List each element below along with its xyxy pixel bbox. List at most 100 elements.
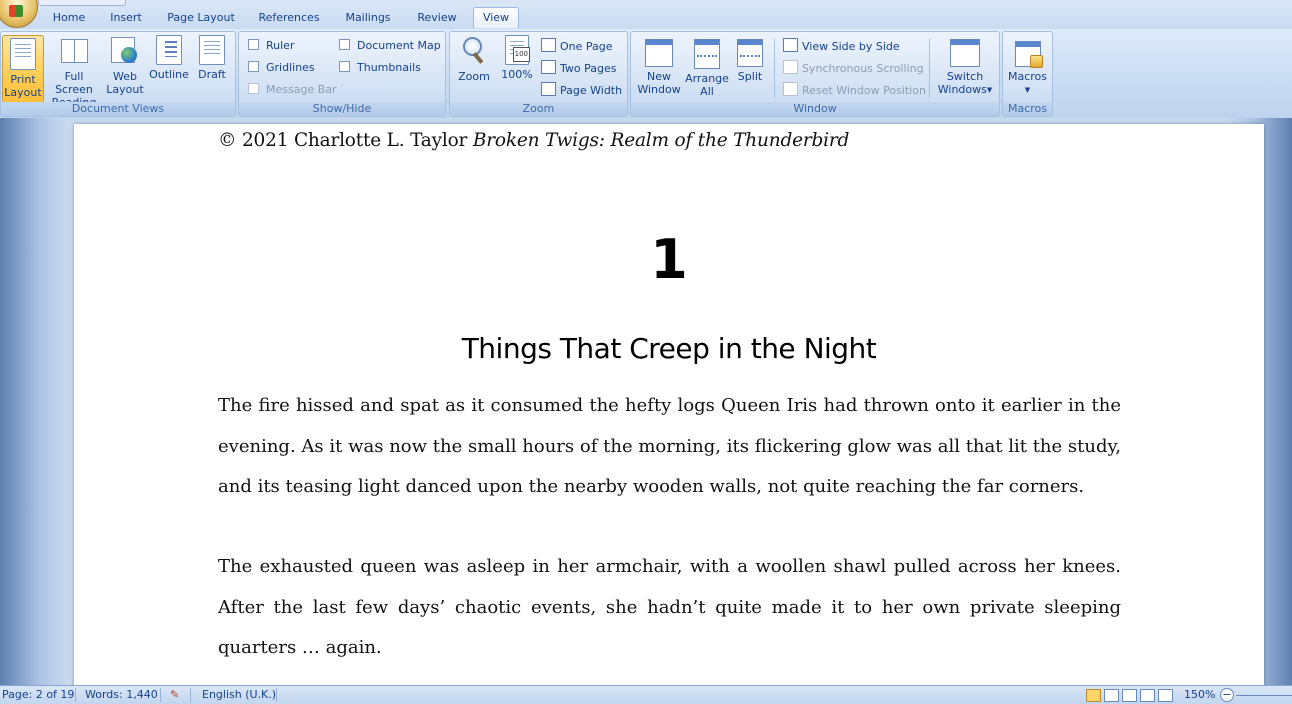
tab-page-layout[interactable]: Page Layout xyxy=(162,8,240,28)
page-width-label: Page Width xyxy=(560,84,623,97)
status-bar: Page: 2 of 19 Words: 1,440 ✎ English (U.… xyxy=(0,685,1292,704)
page-count[interactable]: Page: 2 of 19 xyxy=(2,688,74,701)
web-layout-button[interactable]: Web Layout xyxy=(106,35,144,96)
macros-label: Macros xyxy=(1007,70,1048,83)
switch-windows-label-2: Windows xyxy=(937,83,987,96)
group-label-window: Window xyxy=(631,102,999,116)
arrange-all-button[interactable]: Arrange All xyxy=(684,35,730,98)
chapter-title[interactable]: Things That Creep in the Night xyxy=(74,332,1264,365)
full-screen-view-icon[interactable] xyxy=(1104,689,1119,702)
web-layout-view-icon[interactable] xyxy=(1122,689,1137,702)
two-pages-button[interactable]: Two Pages xyxy=(541,60,616,76)
new-window-icon xyxy=(645,39,673,67)
arrange-all-icon xyxy=(694,39,720,69)
tab-view[interactable]: View xyxy=(473,7,519,28)
outline-view-icon[interactable] xyxy=(1140,689,1155,702)
office-button[interactable] xyxy=(0,0,38,28)
draft-button[interactable]: Draft xyxy=(193,35,231,81)
chapter-number[interactable]: 1 xyxy=(74,228,1264,291)
page-header[interactable]: © 2021 Charlotte L. Taylor Broken Twigs:… xyxy=(218,130,849,151)
sync-scroll-icon xyxy=(783,60,798,74)
word-count[interactable]: Words: 1,440 xyxy=(85,688,158,701)
view-side-by-side-button[interactable]: View Side by Side xyxy=(783,38,900,54)
globe-icon xyxy=(111,35,139,67)
quick-access-toolbar[interactable] xyxy=(38,0,126,6)
zoom-100-button[interactable]: 100% xyxy=(497,35,537,81)
message-bar-label: Message Bar xyxy=(266,83,337,96)
tab-mailings[interactable]: Mailings xyxy=(337,8,399,28)
group-label-document-views: Document Views xyxy=(1,102,235,116)
body-paragraph[interactable]: The fire hissed and spat as it consumed … xyxy=(218,386,1121,508)
header-book-title: Broken Twigs: Realm of the Thunderbird xyxy=(472,130,850,151)
zoom-slider[interactable] xyxy=(1236,695,1292,696)
arrange-all-label-2: All xyxy=(700,85,714,98)
title-tab-bar: Home Insert Page Layout References Maili… xyxy=(0,0,1292,29)
new-window-label-1: New xyxy=(647,70,671,83)
web-layout-label-2: Layout xyxy=(106,83,144,96)
print-layout-button[interactable]: Print Layout xyxy=(2,35,44,103)
page-width-icon xyxy=(541,82,556,96)
split-label: Split xyxy=(737,70,763,83)
macros-icon xyxy=(1014,41,1043,68)
status-divider xyxy=(190,688,191,702)
header-copyright: © 2021 Charlotte L. Taylor xyxy=(218,130,473,151)
tab-home[interactable]: Home xyxy=(44,8,94,28)
web-layout-label-1: Web xyxy=(113,70,137,83)
two-pages-label: Two Pages xyxy=(560,62,617,75)
new-window-button[interactable]: New Window xyxy=(635,35,683,96)
thumbnails-check-icon xyxy=(339,61,350,72)
group-label-zoom: Zoom xyxy=(450,102,627,116)
macros-button[interactable]: Macros ▼ xyxy=(1006,35,1049,97)
tab-insert[interactable]: Insert xyxy=(102,8,150,28)
gridlines-label: Gridlines xyxy=(266,61,315,74)
print-layout-view-icon[interactable] xyxy=(1086,689,1101,702)
zoom-100-label: 100% xyxy=(501,68,533,81)
status-divider xyxy=(160,688,161,702)
zoom-out-icon[interactable]: − xyxy=(1220,688,1234,702)
switch-windows-button[interactable]: Switch Windows▼ xyxy=(933,35,997,97)
reset-window-position-button: Reset Window Position xyxy=(783,82,926,98)
zoom-level[interactable]: 150% xyxy=(1184,688,1215,701)
document-map-label: Document Map xyxy=(357,39,441,52)
print-layout-label-1: Print xyxy=(10,73,36,86)
page-width-button[interactable]: Page Width xyxy=(541,82,622,98)
window-separator xyxy=(774,38,775,98)
outline-button[interactable]: Outline xyxy=(147,35,191,81)
gridlines-checkbox[interactable]: Gridlines xyxy=(248,60,315,76)
one-page-button[interactable]: One Page xyxy=(541,38,613,54)
thumbnails-checkbox[interactable]: Thumbnails xyxy=(339,60,421,76)
draft-view-icon[interactable] xyxy=(1158,689,1173,702)
draft-label: Draft xyxy=(198,68,226,81)
chevron-down-icon: ▼ xyxy=(986,86,993,94)
status-divider xyxy=(75,688,76,702)
proofing-icon[interactable]: ✎ xyxy=(170,688,179,701)
window-separator-2 xyxy=(929,38,930,98)
magnifier-icon xyxy=(460,35,488,67)
body-paragraph[interactable]: The exhausted queen was asleep in her ar… xyxy=(218,547,1121,669)
ruler-label: Ruler xyxy=(266,39,295,52)
zoom-button[interactable]: Zoom xyxy=(454,35,494,83)
chevron-down-icon: ▼ xyxy=(1024,86,1031,94)
synchronous-scrolling-label: Synchronous Scrolling xyxy=(802,62,924,75)
two-pages-icon xyxy=(541,60,556,74)
print-layout-icon xyxy=(10,38,36,70)
full-screen-reading-button[interactable]: Full Screen Reading xyxy=(45,35,103,109)
group-label-show-hide: Show/Hide xyxy=(239,102,445,116)
arrange-all-label-1: Arrange xyxy=(685,72,729,85)
full-screen-label-1: Full Screen xyxy=(55,70,93,96)
group-zoom: Zoom 100% One Page Two Pages Page Width … xyxy=(449,31,628,117)
ruler-checkbox[interactable]: Ruler xyxy=(248,38,294,54)
message-bar-check-icon xyxy=(248,83,259,94)
office-logo-icon xyxy=(9,5,23,17)
group-document-views: Print Layout Full Screen Reading Web Lay… xyxy=(0,31,236,117)
group-window: New Window Arrange All Split View Side b… xyxy=(630,31,1000,117)
split-button[interactable]: Split xyxy=(732,35,768,83)
switch-windows-label-1: Switch xyxy=(946,70,984,83)
book-icon xyxy=(60,35,88,67)
document-page[interactable]: © 2021 Charlotte L. Taylor Broken Twigs:… xyxy=(74,124,1264,685)
language-indicator[interactable]: English (U.K.) xyxy=(202,688,276,701)
document-map-checkbox[interactable]: Document Map xyxy=(339,38,441,54)
tab-references[interactable]: References xyxy=(252,8,326,28)
document-map-check-icon xyxy=(339,39,350,50)
tab-review[interactable]: Review xyxy=(410,8,464,28)
